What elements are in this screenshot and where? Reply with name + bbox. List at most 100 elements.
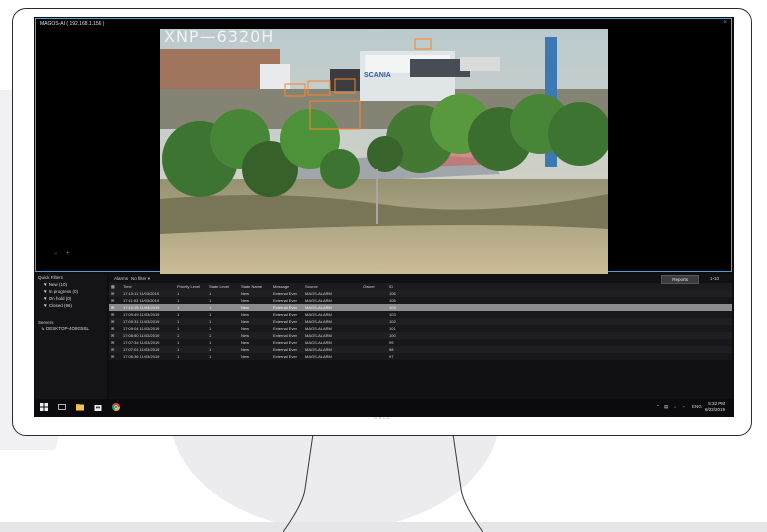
alarm-row-icon: ✉ <box>109 332 121 339</box>
quick-filter-in-progress[interactable]: ▼ In progress (0) <box>35 288 107 295</box>
server-item[interactable]: ↳ DESKTOP-4O8G5SL <box>35 326 107 332</box>
cell-owner <box>361 304 387 311</box>
table-row[interactable]: ✉ 17:09:04 11/03/2019 1 1 New External Ever MA… <box>109 325 732 332</box>
table-row[interactable]: ✉ 17:13:11 11/03/2019 1 1 New External Ever MA… <box>109 290 732 297</box>
server-label: DESKTOP-4O8G5SL <box>46 326 89 331</box>
table-row[interactable]: ✉ 17:08:50 11/03/2019 1 1 New External Ever MA… <box>109 332 732 339</box>
column-header-id[interactable]: ID <box>387 283 732 290</box>
cell-message: External Ever <box>271 290 303 297</box>
alarm-row-icon: ✉ <box>109 311 121 318</box>
cell-source: MAGS-ALARM <box>303 332 361 339</box>
quick-filter-on-hold[interactable]: ▼ On hold (0) <box>35 295 107 302</box>
cell-source: MAGS-ALARM <box>303 325 361 332</box>
cell-state-level: 1 <box>207 353 239 360</box>
language-indicator[interactable]: ENG <box>692 404 702 409</box>
cell-state-level: 1 <box>207 304 239 311</box>
reports-button[interactable]: Reports <box>661 275 699 284</box>
column-header-time[interactable]: Time <box>121 283 175 290</box>
camera-title: MAGOS-AI ( 192.168.1.156 ) <box>40 21 105 27</box>
store-icon[interactable] <box>94 403 102 411</box>
notification-icon[interactable]: ▫ <box>683 404 685 409</box>
video-frame <box>160 29 608 274</box>
alarm-row-icon: ✉ <box>109 297 121 304</box>
close-icon[interactable]: × <box>723 20 727 26</box>
table-row[interactable]: ✉ 17:07:34 11/03/2019 1 1 New External Ever MA… <box>109 339 732 346</box>
table-row[interactable]: ✉ 17:10:15 11/03/2019 1 1 New External Ever MA… <box>109 304 732 311</box>
column-header-state-name[interactable]: State Name <box>239 283 271 290</box>
cell-id: 100 <box>387 332 732 339</box>
cell-owner <box>361 311 387 318</box>
table-row[interactable]: ✉ 17:06:36 11/03/2019 1 1 New External Ever MA… <box>109 353 732 360</box>
screen: MAGOS-AI ( 192.168.1.156 ) × − + XNP—632… <box>34 17 734 417</box>
monitor-stand <box>283 434 483 532</box>
quick-filter-closed[interactable]: ▼ Closed (96) <box>35 302 107 309</box>
chevron-up-icon[interactable]: ⌃ <box>656 404 660 410</box>
cell-source: MAGS-ALARM <box>303 353 361 360</box>
alarms-tab[interactable]: Alarms <box>114 276 128 281</box>
camera-video-feed[interactable]: XNP—6320H SCANIA <box>160 29 608 274</box>
column-header-owner[interactable]: Owner <box>361 283 387 290</box>
alarm-row-icon: ✉ <box>109 325 121 332</box>
volume-icon[interactable]: ♩ <box>674 404 679 409</box>
cell-priority: 1 <box>175 339 207 346</box>
quick-filters-list: ▼ New (10) ▼ In progress (0) ▼ On hold (… <box>35 281 107 309</box>
cell-source: MAGS-ALARM <box>303 311 361 318</box>
windows-start-icon[interactable] <box>40 403 48 411</box>
cell-owner <box>361 297 387 304</box>
cell-state-level: 1 <box>207 290 239 297</box>
column-header-priority[interactable]: Priority Level <box>175 283 207 290</box>
cell-owner <box>361 318 387 325</box>
table-row[interactable]: ✉ 17:07:01 11/03/2019 1 1 New External Ever MA… <box>109 346 732 353</box>
cell-id: 105 <box>387 297 732 304</box>
cell-message: External Ever <box>271 297 303 304</box>
zoom-out-icon[interactable]: − <box>54 251 58 257</box>
cell-id: 101 <box>387 325 732 332</box>
table-header-row: ▩ Time Priority Level State Level State … <box>109 283 732 290</box>
quick-filter-new[interactable]: ▼ New (10) <box>35 281 107 288</box>
column-header-source[interactable]: Source <box>303 283 361 290</box>
table-row[interactable]: ✉ 17:09:31 11/03/2019 1 1 New External Ever MA… <box>109 318 732 325</box>
zoom-in-icon[interactable]: + <box>66 251 70 257</box>
cell-state-level: 1 <box>207 332 239 339</box>
cell-state-name: New <box>239 346 271 353</box>
cell-message: External Ever <box>271 353 303 360</box>
table-row[interactable]: ✉ 17:11:53 11/03/2019 1 1 New External Ever MA… <box>109 297 732 304</box>
cell-state-level: 1 <box>207 325 239 332</box>
column-header-message[interactable]: Message <box>271 283 303 290</box>
chevron-down-icon: ▾ <box>147 276 151 281</box>
cell-time: 17:07:01 11/03/2019 <box>121 346 175 353</box>
column-header-select[interactable]: ▩ <box>109 283 121 290</box>
alarm-row-icon: ✉ <box>109 290 121 297</box>
column-header-state-level[interactable]: State Level <box>207 283 239 290</box>
cell-state-name: New <box>239 290 271 297</box>
file-explorer-icon[interactable] <box>76 403 84 411</box>
cell-owner <box>361 290 387 297</box>
taskbar: ⌃ ▤ ♩ ▫ ENG 5:32 PM 8/22/2019 <box>34 399 734 417</box>
cell-priority: 1 <box>175 304 207 311</box>
network-icon[interactable]: ▤ <box>664 404 668 410</box>
quick-filters-title: Quick Filters <box>38 275 64 280</box>
quick-filter-label: On hold (0) <box>48 296 72 301</box>
table-row[interactable]: ✉ 17:09:49 11/03/2019 1 1 New External Ever MA… <box>109 311 732 318</box>
taskbar-clock[interactable]: 5:32 PM 8/22/2019 <box>705 401 725 413</box>
cell-state-name: New <box>239 318 271 325</box>
cell-owner <box>361 339 387 346</box>
cell-message: External Ever <box>271 346 303 353</box>
alarm-row-icon: ✉ <box>109 318 121 325</box>
cell-id: 104 <box>387 304 732 311</box>
cell-time: 17:09:31 11/03/2019 <box>121 318 175 325</box>
cell-state-level: 1 <box>207 297 239 304</box>
task-view-icon[interactable] <box>58 403 66 411</box>
chrome-icon[interactable] <box>112 403 120 411</box>
alarms-filter-dropdown[interactable]: No filter ▾ <box>131 276 150 282</box>
cell-priority: 1 <box>175 311 207 318</box>
servers-title: Servers <box>38 320 54 325</box>
cell-time: 17:09:04 11/03/2019 <box>121 325 175 332</box>
cell-state-level: 1 <box>207 339 239 346</box>
cell-time: 17:13:11 11/03/2019 <box>121 290 175 297</box>
alarms-panel: Alarms No filter ▾ Reports 1-10 ▩ Time P… <box>109 274 732 399</box>
cell-priority: 1 <box>175 346 207 353</box>
cell-message: External Ever <box>271 339 303 346</box>
camera-viewer[interactable]: MAGOS-AI ( 192.168.1.156 ) × − + XNP—632… <box>35 18 732 274</box>
cell-time: 17:06:36 11/03/2019 <box>121 353 175 360</box>
